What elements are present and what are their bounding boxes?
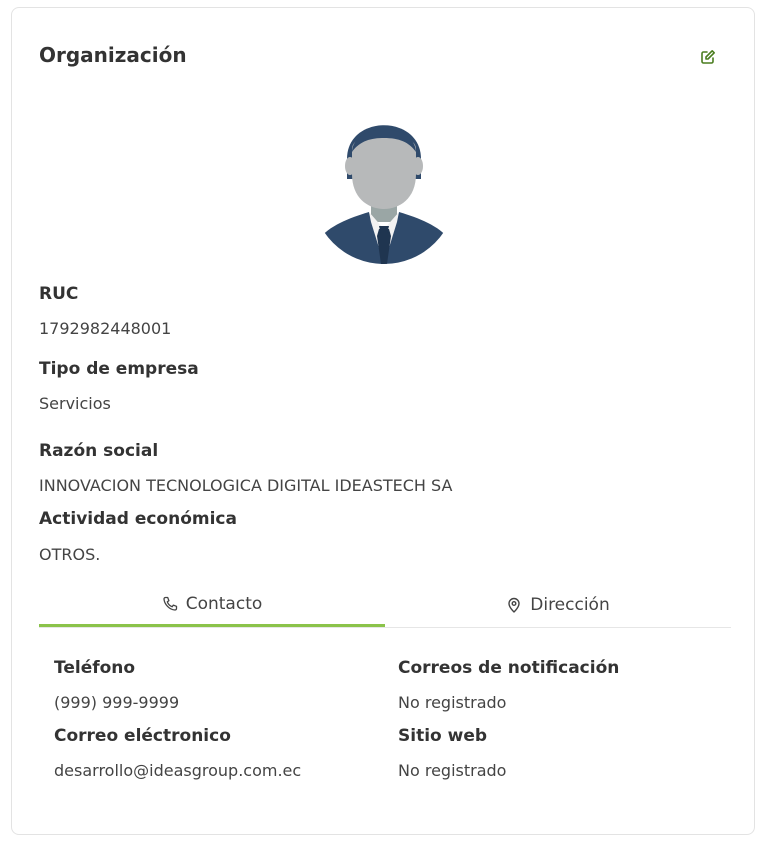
card-title: Organización xyxy=(39,43,187,67)
avatar-businessman-icon xyxy=(319,125,449,264)
business-name-value: INNOVACION TECNOLOGICA DIGITAL IDEASTECH… xyxy=(39,476,453,495)
website-label: Sitio web xyxy=(398,726,488,746)
website-value: No registrado xyxy=(398,761,507,780)
economic-activity-value: OTROS. xyxy=(39,545,101,564)
company-type-label: Tipo de empresa xyxy=(39,359,199,379)
organization-card: Organización RUC 1792982448001 Tipo de e… xyxy=(11,7,755,835)
company-type-value: Servicios xyxy=(39,394,111,413)
business-name-label: Razón social xyxy=(39,441,159,461)
contact-address-tabs: Contacto Dirección xyxy=(39,583,731,628)
ruc-value: 1792982448001 xyxy=(39,319,172,338)
location-pin-icon xyxy=(508,597,520,613)
notification-emails-value: No registrado xyxy=(398,693,507,712)
tab-direccion[interactable]: Dirección xyxy=(385,583,731,626)
edit-button[interactable] xyxy=(698,47,718,67)
email-label: Correo eléctronico xyxy=(54,726,231,746)
tab-direccion-label: Dirección xyxy=(530,594,610,615)
economic-activity-label: Actividad económica xyxy=(39,509,237,529)
ruc-label: RUC xyxy=(39,284,79,304)
phone-value: (999) 999-9999 xyxy=(54,693,180,712)
edit-icon[interactable] xyxy=(700,49,716,65)
phone-label: Teléfono xyxy=(54,658,136,678)
email-value: desarrollo@ideasgroup.com.ec xyxy=(54,761,302,780)
notification-emails-label: Correos de notificación xyxy=(398,658,620,678)
tab-contacto[interactable]: Contacto xyxy=(39,583,385,627)
tab-contacto-label: Contacto xyxy=(185,593,263,614)
phone-icon xyxy=(163,596,177,611)
organization-avatar xyxy=(319,104,449,264)
